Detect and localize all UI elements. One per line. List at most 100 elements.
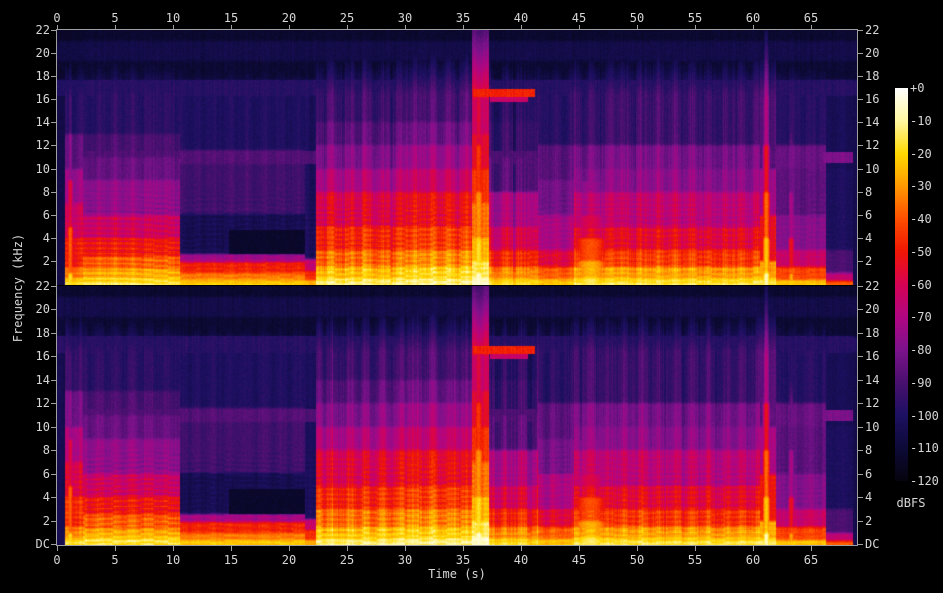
colorbar-gradient [895,88,908,481]
freq-tick [51,544,56,545]
time-tick-label: 0 [53,554,60,566]
freq-tick-label: 14 [0,116,50,128]
freq-tick [51,450,56,451]
time-tick [521,546,522,551]
freq-tick [858,30,863,31]
time-tick [57,25,58,30]
freq-tick [51,192,56,193]
freq-tick [51,169,56,170]
freq-tick-label: 2 [865,515,872,527]
time-tick-label: 30 [398,12,412,24]
freq-tick [51,427,56,428]
colorbar-tick-label: -80 [910,344,932,356]
freq-tick-label: 10 [0,163,50,175]
time-tick-label: 5 [111,554,118,566]
time-tick-label: 10 [166,554,180,566]
freq-tick [51,333,56,334]
freq-tick-label: 10 [865,421,879,433]
time-tick-label: 55 [688,554,702,566]
freq-tick [858,521,863,522]
colorbar-tick-label: -120 [910,475,939,487]
freq-tick [858,309,863,310]
time-tick-label: 5 [111,12,118,24]
time-tick [637,25,638,30]
freq-tick-label: 10 [0,421,50,433]
colorbar-tick-label: -50 [910,246,932,258]
plot-border-bottom [56,545,858,546]
time-tick-label: 45 [572,12,586,24]
freq-tick-label: 12 [865,139,879,151]
freq-tick [51,122,56,123]
time-tick-label: 50 [630,12,644,24]
time-tick-label: 20 [282,554,296,566]
time-tick-label: 40 [514,12,528,24]
time-tick-label: 45 [572,554,586,566]
time-tick [579,25,580,30]
freq-tick-label: 2 [0,255,50,267]
freq-tick [858,215,863,216]
freq-tick-label: 22 [0,280,50,292]
time-tick [463,25,464,30]
time-tick [405,25,406,30]
freq-tick-label: 4 [0,232,50,244]
freq-tick [858,380,863,381]
colorbar-tick-label: -70 [910,311,932,323]
time-tick [753,546,754,551]
plot-border-top [56,29,858,30]
freq-tick-label: 4 [865,232,872,244]
spectrogram-channel-2 [57,286,857,545]
time-tick-label: 25 [340,554,354,566]
colorbar-tick-label: -110 [910,442,939,454]
freq-tick-label: 4 [0,491,50,503]
time-axis-title: Time (s) [428,568,486,580]
time-tick [289,25,290,30]
frequency-axis-title: Frequency (kHz) [12,234,24,342]
freq-tick-label: 20 [865,303,879,315]
time-tick-label: 65 [804,554,818,566]
freq-tick-label: 18 [0,327,50,339]
freq-tick [51,261,56,262]
freq-tick [858,145,863,146]
time-tick [57,546,58,551]
freq-tick-label: 6 [0,468,50,480]
time-tick [695,25,696,30]
freq-tick-label: 8 [0,444,50,456]
time-tick-label: 35 [456,554,470,566]
freq-tick [51,309,56,310]
colorbar-tick-label: -10 [910,115,932,127]
plot-border-left [56,29,57,546]
freq-tick [51,99,56,100]
time-tick [231,546,232,551]
freq-tick [858,450,863,451]
freq-tick [858,169,863,170]
time-tick [347,546,348,551]
colorbar-tick-label: -40 [910,213,932,225]
colorbar-tick-label: -20 [910,148,932,160]
freq-tick-label: 20 [0,303,50,315]
freq-tick-label: 16 [865,93,879,105]
freq-tick-label: 16 [0,93,50,105]
freq-tick [51,238,56,239]
freq-tick-label: 22 [865,280,879,292]
freq-tick-label: 22 [0,24,50,36]
freq-tick-label: 6 [865,209,872,221]
freq-tick-label: 14 [865,374,879,386]
freq-tick-label: DC [0,538,50,550]
time-tick-label: 10 [166,12,180,24]
freq-tick [858,427,863,428]
freq-tick [858,192,863,193]
freq-tick-label: DC [865,538,879,550]
freq-tick [51,403,56,404]
spectrogram-figure: 05101520253035404550556065 0510152025303… [0,0,943,593]
colorbar-tick-label: -100 [910,410,939,422]
freq-tick [858,261,863,262]
freq-tick [51,53,56,54]
freq-tick [858,544,863,545]
freq-tick-label: 22 [865,24,879,36]
freq-tick [858,286,863,287]
freq-tick-label: 18 [0,70,50,82]
time-tick [231,25,232,30]
freq-tick [51,380,56,381]
freq-tick [858,333,863,334]
freq-tick-label: 4 [865,491,872,503]
